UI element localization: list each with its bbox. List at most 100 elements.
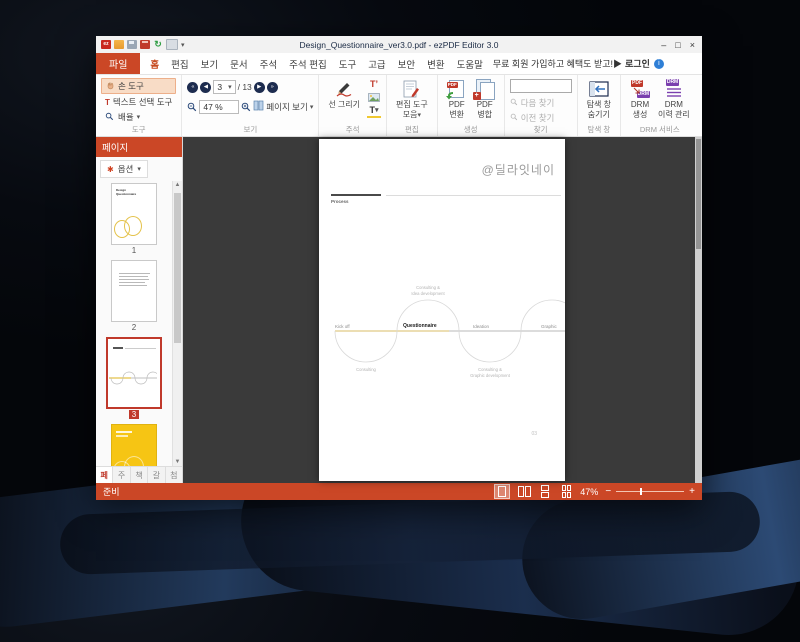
- menu-security[interactable]: 보안: [392, 57, 421, 71]
- panel-tab-annotations[interactable]: 주: [113, 467, 131, 483]
- page-thumbnail-1[interactable]: Design Questionnaire: [111, 183, 157, 245]
- pages-options-button[interactable]: ✱ 옵션 ▾: [100, 160, 148, 178]
- panel-tab-attachments[interactable]: 갈: [148, 467, 166, 483]
- page-thumbnail-2[interactable]: [111, 260, 157, 322]
- window-title: Design_Questionnaire_ver3.0.pdf - ezPDF …: [299, 39, 499, 50]
- page-number-footer: 03: [531, 431, 537, 437]
- status-bar: 준비 47% − +: [96, 483, 702, 500]
- ribbon-group-annotation: 선 그리기 T’ T ▾ 주석: [319, 75, 388, 136]
- pdf-convert-button[interactable]: PDF PDF 변환: [443, 78, 471, 120]
- first-page-button[interactable]: «: [187, 81, 199, 93]
- section-label: Process: [331, 199, 349, 204]
- view-facing-pages-button[interactable]: [517, 485, 531, 498]
- hand-tool-label: 손 도구: [118, 81, 144, 91]
- minimize-button[interactable]: –: [661, 40, 666, 50]
- view-continuous-button[interactable]: [538, 485, 552, 498]
- edit-tools-label-2: 모음▾: [402, 110, 421, 120]
- zoom-slider-thumb[interactable]: [640, 488, 643, 495]
- hand-tool-button[interactable]: 손 도구: [101, 78, 177, 94]
- pages-options-caret-icon: ▾: [137, 166, 141, 173]
- menu-tools[interactable]: 도구: [333, 57, 362, 71]
- zoom-ratio-button[interactable]: 배율 ▾: [101, 110, 176, 124]
- last-page-button[interactable]: »: [266, 81, 278, 93]
- group-label-tools: 도구: [131, 125, 146, 134]
- sidebar-scrollbar-thumb[interactable]: [174, 193, 181, 343]
- print-icon[interactable]: [140, 40, 150, 49]
- find-input[interactable]: [509, 79, 572, 93]
- refresh-icon[interactable]: ↻: [153, 40, 163, 49]
- page-view-button[interactable]: 페이지 보기: [266, 101, 307, 113]
- signup-promo-link[interactable]: 무료 회원 가입하고 혜택도 받고!▶: [493, 57, 622, 70]
- maximize-button[interactable]: □: [675, 40, 680, 50]
- drm-history-button[interactable]: DRM DRM 이력 관리: [654, 78, 694, 120]
- menu-convert[interactable]: 변환: [421, 57, 450, 71]
- find-next-button[interactable]: 다음 찾기: [510, 96, 572, 110]
- scroll-up-icon[interactable]: ▲: [173, 182, 182, 188]
- menu-annotation-edit[interactable]: 주석 편집: [283, 57, 333, 71]
- view-continuous-facing-button[interactable]: [559, 485, 573, 498]
- image-annotation-icon[interactable]: [367, 91, 381, 103]
- zoom-value-input[interactable]: 47 %: [199, 100, 240, 114]
- zoom-slider-minus-button[interactable]: −: [605, 486, 611, 497]
- menu-home[interactable]: 홈: [144, 57, 165, 71]
- sidebar-scrollbar[interactable]: ▲ ▼: [172, 181, 182, 466]
- menu-help[interactable]: 도움말: [451, 57, 489, 71]
- close-button[interactable]: ×: [690, 40, 695, 50]
- prev-page-button[interactable]: ◀: [200, 81, 212, 93]
- page-thumbnail-3-selected[interactable]: [106, 337, 162, 409]
- text-annotation-icon[interactable]: T’: [367, 78, 381, 90]
- info-icon[interactable]: i: [653, 58, 664, 69]
- nav-pane-icon: [589, 79, 609, 99]
- title-bar[interactable]: ez ↻ ▾ Design_Questionnaire_ver3.0.pdf -…: [96, 36, 702, 53]
- zoom-in-icon[interactable]: [241, 102, 251, 112]
- pdf-merge-label-2: 병합: [477, 110, 493, 120]
- ribbon-group-edit: 편집 도구 모음▾ 편집: [387, 75, 438, 136]
- text-cursor-icon: T: [105, 97, 110, 107]
- zoom-out-icon[interactable]: [187, 102, 197, 112]
- page-number-combo[interactable]: 3 ▾: [213, 80, 236, 94]
- view-single-page-button[interactable]: [494, 484, 511, 499]
- scroll-down-icon[interactable]: ▼: [173, 459, 182, 465]
- next-page-button[interactable]: ▶: [253, 81, 265, 93]
- heading-rule-light: [386, 195, 561, 196]
- zoom-slider-track[interactable]: [616, 488, 685, 495]
- page-thumbnail-4[interactable]: [111, 424, 157, 466]
- zoom-ratio-caret-icon: ▾: [136, 114, 141, 121]
- pdf-convert-icon: PDF: [445, 79, 467, 100]
- document-viewer[interactable]: @딜라잇네이 Process Kick off Questionnaire Id…: [183, 137, 702, 483]
- text-select-tool-button[interactable]: T 텍스트 선택 도구: [101, 95, 176, 109]
- edit-tools-button[interactable]: 편집 도구 모음▾: [392, 78, 432, 121]
- menu-file[interactable]: 파일: [96, 53, 141, 74]
- drm-history-label-1: DRM: [664, 100, 683, 109]
- zoom-slider[interactable]: − +: [605, 486, 695, 497]
- annotation-crest: Consulting & Idea development: [411, 285, 445, 296]
- line-draw-button[interactable]: 선 그리기: [324, 78, 364, 110]
- drm-create-button[interactable]: PDF DRM DRM 생성: [626, 78, 654, 120]
- menu-document[interactable]: 문서: [224, 57, 253, 71]
- highlight-text-icon[interactable]: T ▾: [367, 104, 382, 118]
- menu-view[interactable]: 보기: [195, 57, 224, 71]
- pdf-merge-button[interactable]: + PDF 병합: [471, 78, 499, 120]
- login-link[interactable]: 로그인: [622, 57, 653, 70]
- menu-advanced[interactable]: 고급: [362, 57, 391, 71]
- pdf-page[interactable]: @딜라잇네이 Process Kick off Questionnaire Id…: [319, 139, 565, 481]
- quick-access-caret-icon[interactable]: ▾: [181, 41, 185, 49]
- document-scrollbar-thumb[interactable]: [696, 139, 701, 249]
- menu-annotation[interactable]: 주석: [254, 57, 283, 71]
- save-icon[interactable]: [127, 40, 137, 49]
- menu-edit[interactable]: 편집: [165, 57, 194, 71]
- panel-tab-pages[interactable]: 페: [96, 467, 114, 483]
- find-prev-label: 이전 찾기: [520, 113, 555, 123]
- document-scrollbar[interactable]: [695, 137, 702, 483]
- open-file-icon[interactable]: [114, 40, 124, 49]
- pen-icon: [334, 79, 354, 99]
- pdf-convert-label-1: PDF: [448, 100, 465, 109]
- hide-nav-pane-button[interactable]: 탐색 창 숨기기: [583, 78, 615, 120]
- zoom-slider-plus-button[interactable]: +: [689, 486, 695, 497]
- magnifier-icon: [105, 112, 115, 122]
- panel-tab-search[interactable]: 첨: [165, 467, 183, 483]
- panel-tab-bookmarks[interactable]: 책: [130, 467, 149, 483]
- find-prev-button[interactable]: 이전 찾기: [510, 111, 572, 125]
- gear-icon: ✱: [107, 164, 114, 174]
- snapshot-icon[interactable]: [166, 39, 178, 50]
